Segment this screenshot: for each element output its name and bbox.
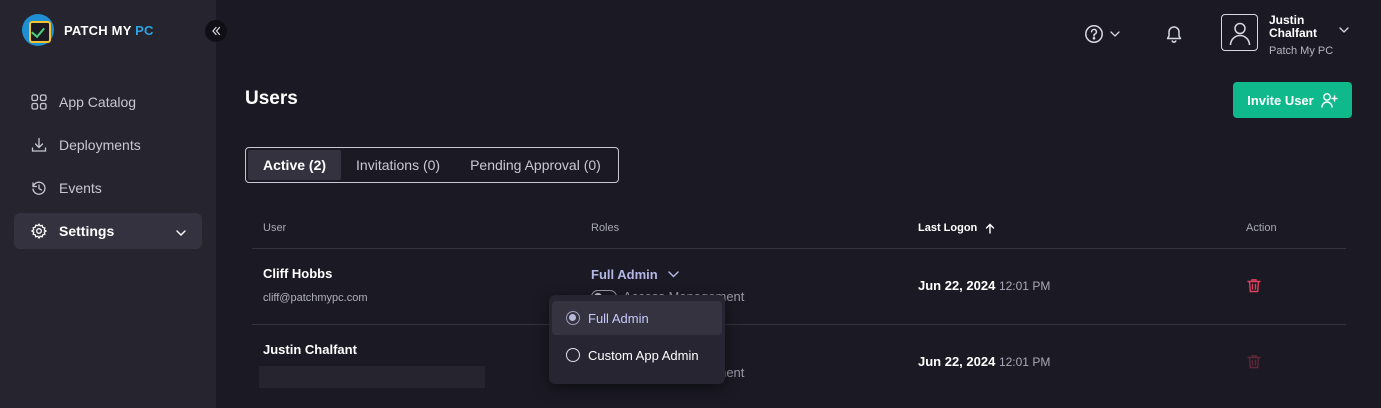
user-org: Patch My PC <box>1269 45 1334 57</box>
user-icon <box>1229 22 1250 45</box>
user-name: Justin Chalfant <box>1269 13 1317 40</box>
double-chevron-left-icon <box>212 26 221 36</box>
avatar <box>1221 14 1258 51</box>
page-title: Users <box>245 88 298 109</box>
role-option-label: Full Admin <box>588 310 649 326</box>
sidebar-item-settings[interactable]: Settings <box>14 213 202 249</box>
invite-user-button[interactable]: Invite User <box>1233 82 1352 118</box>
history-icon <box>30 179 48 197</box>
help-icon <box>1085 25 1103 43</box>
row-divider <box>252 324 1346 325</box>
trash-icon <box>1247 355 1261 369</box>
sidebar: PATCH MY PC App Catalog Deployments Even… <box>0 0 216 408</box>
role-option-full-admin[interactable]: Full Admin <box>552 301 722 335</box>
user-menu[interactable]: Justin Chalfant Patch My PC <box>1221 14 1349 57</box>
redacted-email <box>259 366 485 388</box>
sort-ascending-icon <box>986 223 995 234</box>
bell-icon <box>1166 26 1182 43</box>
download-icon <box>30 136 48 154</box>
gear-icon <box>30 222 48 240</box>
column-header-last-logon[interactable]: Last Logon <box>918 222 995 234</box>
column-header-user: User <box>263 222 287 234</box>
sidebar-item-app-catalog[interactable]: App Catalog <box>14 84 202 120</box>
role-select[interactable]: Full Admin <box>591 267 679 282</box>
sidebar-item-label: Settings <box>59 223 115 239</box>
chevron-down-icon <box>1339 20 1349 38</box>
invite-user-label: Invite User <box>1247 92 1314 108</box>
brand-logo[interactable]: PATCH MY PC <box>22 14 154 46</box>
sidebar-item-label: Events <box>59 180 102 196</box>
last-logon-cell: Jun 22, 2024 12:01 PM <box>918 278 1051 293</box>
chevron-down-icon <box>176 223 186 239</box>
sidebar-item-label: Deployments <box>59 137 141 153</box>
collapse-sidebar-button[interactable] <box>205 20 227 42</box>
brand-name: PATCH MY PC <box>64 22 154 38</box>
user-info: Justin Chalfant Patch My PC <box>1269 13 1334 58</box>
radio-unselected-icon <box>566 348 580 362</box>
delete-user-button[interactable] <box>1247 354 1261 374</box>
sidebar-item-deployments[interactable]: Deployments <box>14 127 202 163</box>
tab-pending-approval[interactable]: Pending Approval (0) <box>455 150 616 180</box>
role-option-label: Custom App Admin <box>588 347 699 363</box>
last-logon-cell: Jun 22, 2024 12:01 PM <box>918 354 1051 369</box>
tab-invitations[interactable]: Invitations (0) <box>341 150 455 180</box>
delete-user-button[interactable] <box>1247 278 1261 298</box>
notifications-button[interactable] <box>1164 24 1184 49</box>
role-option-custom-app-admin[interactable]: Custom App Admin <box>552 338 722 372</box>
sidebar-item-label: App Catalog <box>59 94 137 110</box>
user-name-cell: Cliff Hobbs <box>263 266 333 281</box>
chevron-down-icon <box>1110 31 1120 37</box>
role-value: Full Admin <box>591 267 658 282</box>
chevron-down-icon <box>667 271 679 278</box>
tab-active[interactable]: Active (2) <box>248 150 342 180</box>
table-header-divider <box>252 248 1346 249</box>
radio-selected-icon <box>566 311 580 325</box>
logo-icon <box>22 14 54 46</box>
user-name-cell: Justin Chalfant <box>263 342 357 357</box>
column-header-action: Action <box>1246 222 1277 234</box>
trash-icon <box>1247 279 1261 293</box>
grid-icon <box>30 93 48 111</box>
role-dropdown-menu: Full Admin Custom App Admin <box>549 295 725 384</box>
sidebar-item-events[interactable]: Events <box>14 170 202 206</box>
user-plus-icon <box>1321 93 1338 108</box>
column-header-roles: Roles <box>591 222 620 234</box>
sidebar-nav: App Catalog Deployments Events Settings <box>14 84 202 256</box>
user-email-cell: cliff@patchmypc.com <box>263 292 368 304</box>
last-logon-label: Last Logon <box>918 222 978 234</box>
help-menu-button[interactable] <box>1084 24 1120 44</box>
user-tabs: Active (2) Invitations (0) Pending Appro… <box>245 147 619 183</box>
